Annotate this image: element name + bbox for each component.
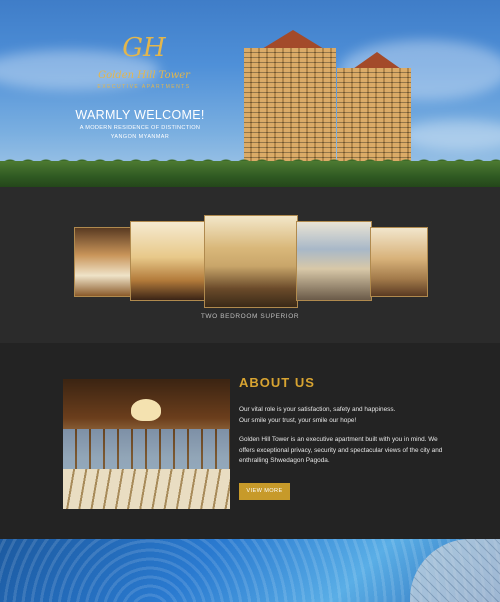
lobby-image [63,379,230,509]
gallery-caption: TWO BEDROOM SUPERIOR [200,313,300,320]
logo-subtitle: EXECUTIVE APARTMENTS [97,84,191,90]
gallery-photo-bedroom[interactable] [74,227,132,297]
hero-banner: GH Golden Hill Tower EXECUTIVE APARTMENT… [0,0,500,187]
about-intro: Our vital role is your satisfaction, saf… [239,405,444,426]
about-intro-line: Our smile your trust, your smile our hop… [239,416,357,424]
logo[interactable]: GH Golden Hill Tower EXECUTIVE APARTMENT… [85,34,203,90]
logo-mark: GH [122,33,166,63]
room-gallery: TWO BEDROOM SUPERIOR [0,187,500,343]
view-more-button[interactable]: VIEW MORE [239,483,290,500]
about-section: ABOUT US Our vital role is your satisfac… [0,343,500,539]
about-description: Golden Hill Tower is an executive apartm… [239,436,443,464]
cloud [400,120,500,150]
logo-name: Golden Hill Tower [98,70,190,81]
hills [0,161,500,187]
welcome-tagline: A MODERN RESIDENCE OF DISTINCTION [79,125,201,131]
about-intro-line: Our vital role is your satisfaction, saf… [239,406,396,413]
welcome-location: YANGON MYANMAR [110,134,170,140]
gallery-photo-sitting-room[interactable] [370,227,428,297]
gallery-photo-living-room[interactable] [130,221,206,301]
gallery-photo-lounge[interactable] [204,215,298,308]
about-heading: ABOUT US [239,375,315,390]
gallery-photo-dining-room[interactable] [296,221,372,301]
welcome-heading: WARMLY WELCOME! [75,108,205,122]
welcome-block: WARMLY WELCOME! A MODERN RESIDENCE OF DI… [70,108,210,140]
pool-banner [0,539,500,602]
